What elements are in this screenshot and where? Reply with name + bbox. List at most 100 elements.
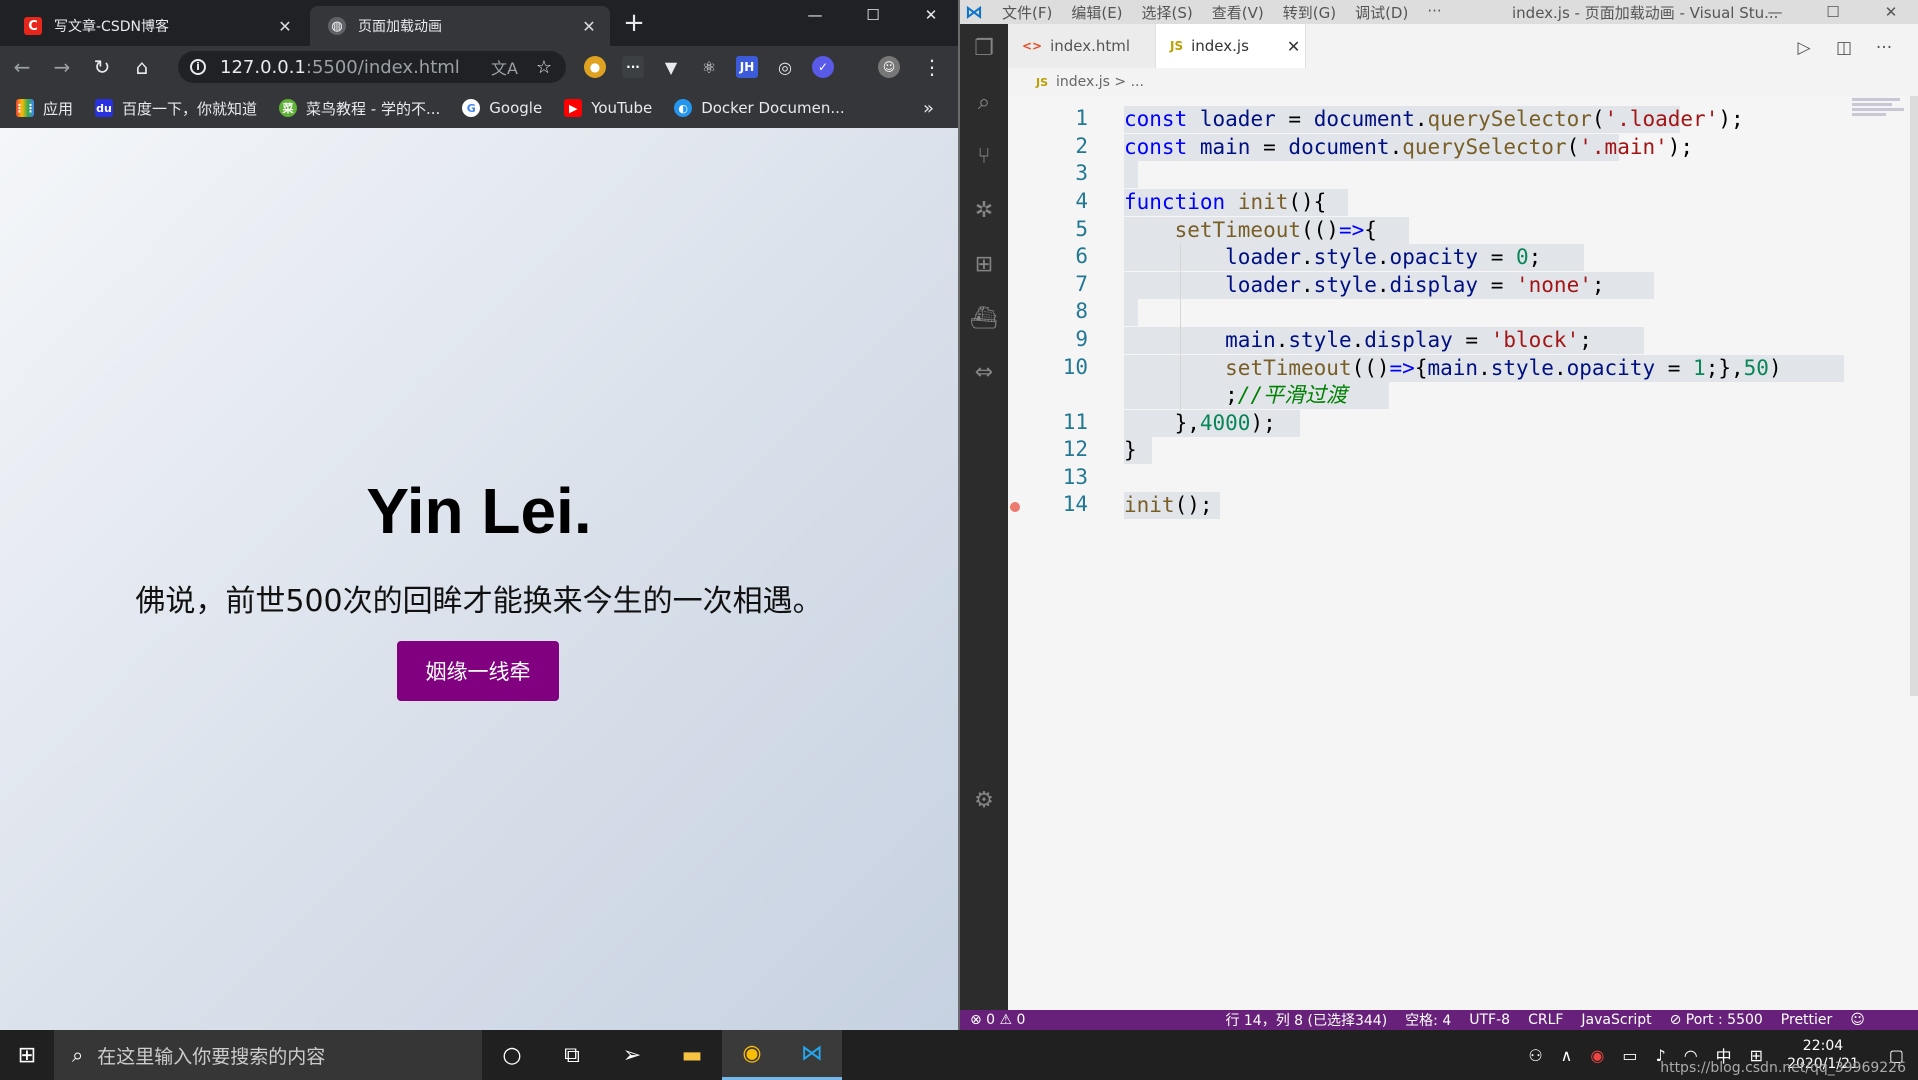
js-file-icon: JS — [1170, 39, 1184, 53]
bookmark-runoob[interactable]: 菜 菜鸟教程 - 学的不... — [279, 98, 440, 119]
send-app-icon[interactable]: ➢ — [602, 1030, 662, 1080]
close-tab-icon[interactable]: ✕ — [1287, 37, 1300, 56]
maximize-icon[interactable]: ☐ — [844, 0, 902, 30]
bookmark-star-icon[interactable]: ☆ — [536, 57, 552, 78]
tab-index-html[interactable]: <> index.html — [1008, 24, 1156, 68]
explorer-icon[interactable]: ❐ — [960, 24, 1008, 72]
breadcrumb-rest[interactable]: > ... — [1114, 74, 1144, 90]
new-tab-button[interactable]: + — [620, 10, 648, 38]
maximize-icon[interactable]: ☐ — [1804, 0, 1862, 24]
line-number: 10 — [1062, 355, 1088, 379]
vscode-taskbar-icon[interactable]: ⋈ — [782, 1030, 842, 1080]
bookmarks-bar: ⋮⋮ 应用 du 百度一下，你就知道 菜 菜鸟教程 - 学的不... G Goo… — [0, 88, 958, 128]
globe-icon: ◍ — [328, 17, 346, 35]
line-number: 4 — [1075, 189, 1088, 213]
prettier-status[interactable]: Prettier — [1781, 1012, 1833, 1028]
code-editor[interactable]: 1 2 3 4 5 6 7 8 9 10 11 12 13 14 const l… — [1008, 96, 1918, 1010]
close-tab-icon[interactable]: ✕ — [580, 17, 598, 36]
extension-color-icon[interactable]: ● — [584, 56, 606, 78]
react-devtools-icon[interactable]: ⚛ — [698, 56, 720, 78]
bookmark-apps[interactable]: ⋮⋮ 应用 — [14, 98, 73, 119]
problems-indicator[interactable]: ⊗ 0 ⚠ 0 — [970, 1012, 1025, 1028]
indentation-status[interactable]: 空格: 4 — [1405, 1010, 1451, 1030]
bookmark-youtube[interactable]: ▶ YouTube — [564, 99, 652, 117]
split-editor-icon[interactable]: ◫ — [1824, 38, 1864, 58]
target-extension-icon[interactable]: ◎ — [774, 56, 796, 78]
live-share-icon[interactable]: ⇔ — [960, 348, 1008, 396]
docker-icon[interactable]: ⛴ — [960, 294, 1008, 342]
tab-title: 页面加载动画 — [358, 19, 442, 35]
windows-start-icon[interactable]: ⊞ — [0, 1030, 54, 1080]
forward-icon[interactable]: → — [44, 49, 80, 85]
encoding-status[interactable]: UTF-8 — [1469, 1012, 1510, 1028]
reload-icon[interactable]: ↻ — [84, 49, 120, 85]
settings-gear-icon[interactable]: ⚙ — [960, 776, 1008, 824]
task-view-icon[interactable]: ⧉ — [542, 1030, 602, 1080]
battery-icon[interactable]: ▭ — [1622, 1046, 1637, 1065]
tab-csdn[interactable]: C 写文章-CSDN博客 ✕ — [6, 6, 306, 46]
minimize-icon[interactable]: — — [1746, 0, 1804, 24]
eol-status[interactable]: CRLF — [1528, 1012, 1563, 1028]
extension-dots-icon[interactable]: ··· — [622, 56, 644, 78]
show-hidden-icons[interactable]: ∧ — [1561, 1046, 1573, 1065]
close-tab-icon[interactable]: ✕ — [276, 17, 294, 36]
selection-highlight — [1124, 161, 1138, 188]
address-bar[interactable]: i 127.0.0.1:5500/index.html 文A ☆ — [178, 51, 566, 83]
line-number-gutter: 1 2 3 4 5 6 7 8 9 10 11 12 13 14 — [1008, 96, 1088, 1010]
check-extension-icon[interactable]: ✓ — [812, 56, 834, 78]
feedback-icon[interactable]: ☺ — [1850, 1012, 1865, 1028]
menu-more[interactable]: ··· — [1427, 2, 1441, 23]
home-icon[interactable]: ⌂ — [124, 49, 160, 85]
more-actions-icon[interactable]: ··· — [1864, 38, 1904, 58]
menu-file[interactable]: 文件(F) — [1002, 2, 1052, 23]
taskbar-search[interactable]: ⌕ 在这里输入你要搜索的内容 — [54, 1030, 482, 1080]
menu-debug[interactable]: 调试(D) — [1355, 2, 1408, 23]
chrome-menu-icon[interactable]: ⋮ — [922, 55, 942, 79]
source-control-icon[interactable]: ⑂ — [960, 132, 1008, 180]
translate-icon[interactable]: 文A — [491, 55, 518, 79]
desktop: C 写文章-CSDN博客 ✕ ◍ 页面加载动画 ✕ + — ☐ ✕ ← → ↻ … — [0, 0, 1918, 1080]
bookmark-baidu[interactable]: du 百度一下，你就知道 — [95, 98, 257, 119]
chrome-window-controls: — ☐ ✕ — [786, 0, 958, 30]
vue-devtools-icon[interactable]: ▼ — [660, 56, 682, 78]
breakpoint-dot-icon[interactable] — [1010, 502, 1020, 512]
run-icon[interactable]: ▷ — [1784, 38, 1824, 58]
file-explorer-icon[interactable]: ▬ — [662, 1030, 722, 1080]
more-bookmarks-icon[interactable]: » — [923, 98, 934, 119]
minimap[interactable] — [1852, 96, 1912, 136]
live-server-port[interactable]: ⊘ Port : 5500 — [1670, 1012, 1763, 1028]
tab-index-js[interactable]: JS index.js ✕ — [1156, 24, 1306, 68]
menu-edit[interactable]: 编辑(E) — [1071, 2, 1122, 23]
extensions-icon[interactable]: ⊞ — [960, 240, 1008, 288]
editor-scrollbar[interactable] — [1910, 96, 1918, 696]
cortana-icon[interactable]: ○ — [482, 1030, 542, 1080]
tab-page-loading-animation[interactable]: ◍ 页面加载动画 ✕ — [310, 6, 610, 46]
language-mode[interactable]: JavaScript — [1581, 1012, 1651, 1028]
minimize-icon[interactable]: — — [786, 0, 844, 30]
jh-extension-icon[interactable]: JH — [736, 56, 758, 78]
bookmark-google[interactable]: G Google — [462, 99, 542, 117]
people-icon[interactable]: ⚇ — [1528, 1046, 1542, 1065]
chrome-taskbar-icon[interactable]: ◉ — [722, 1030, 782, 1080]
search-icon[interactable]: ⌕ — [960, 78, 1008, 126]
fate-button[interactable]: 姻缘一线牵 — [397, 641, 559, 701]
code-line: const loader = document.querySelector('.… — [1124, 107, 1744, 131]
bookmark-label: YouTube — [591, 99, 653, 117]
close-icon[interactable]: ✕ — [1862, 0, 1918, 24]
info-icon[interactable]: i — [190, 59, 206, 75]
menu-go[interactable]: 转到(G) — [1283, 2, 1336, 23]
breadcrumb-file[interactable]: index.js — [1056, 74, 1110, 90]
bookmark-label: 菜鸟教程 - 学的不... — [306, 99, 441, 118]
profile-avatar[interactable]: ☺ — [878, 56, 900, 78]
cursor-position[interactable]: 行 14，列 8 (已选择344) — [1225, 1010, 1387, 1030]
line-number: 1 — [1075, 106, 1088, 130]
menu-view[interactable]: 查看(V) — [1212, 2, 1264, 23]
bookmark-docker[interactable]: ◐ Docker Documen... — [674, 99, 845, 117]
back-icon[interactable]: ← — [4, 49, 40, 85]
menu-selection[interactable]: 选择(S) — [1142, 2, 1193, 23]
debug-icon[interactable]: ✲ — [960, 186, 1008, 234]
line-number: 2 — [1075, 134, 1088, 158]
apps-icon: ⋮⋮ — [14, 99, 36, 117]
close-icon[interactable]: ✕ — [902, 0, 958, 30]
weibo-icon[interactable]: ◉ — [1590, 1046, 1604, 1065]
